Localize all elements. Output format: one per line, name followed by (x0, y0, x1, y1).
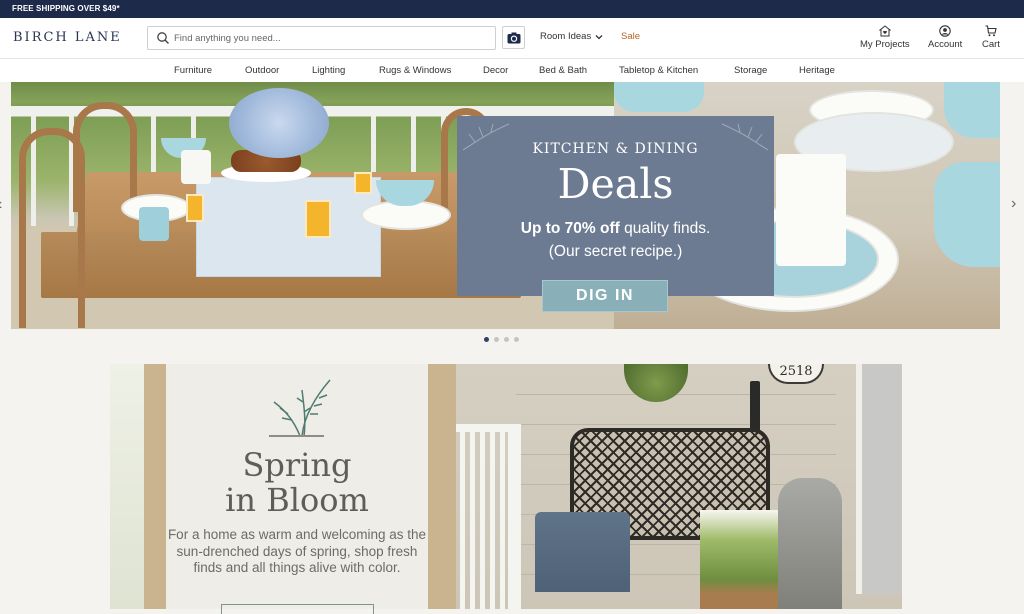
spring-shop-button[interactable] (221, 604, 374, 614)
chevron-left-icon: ‹ (0, 196, 2, 213)
promo-discount-rest: quality finds. (619, 220, 711, 237)
spring-title: Spring in Bloom (166, 448, 428, 518)
nav-decor[interactable]: Decor (483, 65, 508, 76)
mug (139, 207, 169, 241)
camera-icon (507, 32, 520, 43)
site-header: BIRCH LANE Room Ideas Sale My Projects (0, 18, 1024, 58)
promo-kicker: KITCHEN & DINING (532, 141, 699, 157)
heart-house-icon (878, 25, 891, 37)
carousel-prev-button[interactable]: ‹ (0, 196, 2, 214)
search-input[interactable] (174, 29, 489, 47)
nav-furniture[interactable]: Furniture (174, 65, 212, 76)
account-label: Account (928, 39, 963, 50)
hydrangea-bouquet (229, 88, 329, 158)
kitchen-dining-promo[interactable]: KITCHEN & DINING Deals Up to 70% off qua… (457, 116, 774, 296)
sale-link[interactable]: Sale (621, 31, 640, 42)
nav-outdoor[interactable]: Outdoor (245, 65, 279, 76)
account-button[interactable]: Account (928, 25, 962, 50)
cart-icon (985, 25, 997, 37)
carousel-dot-1[interactable] (484, 337, 489, 342)
nav-bed-bath[interactable]: Bed & Bath (539, 65, 587, 76)
nav-lighting[interactable]: Lighting (312, 65, 345, 76)
visual-search-button[interactable] (502, 26, 525, 49)
search-icon (157, 32, 169, 44)
cart-label: Cart (982, 39, 1000, 50)
porch-railing (456, 424, 521, 609)
juice-glass (305, 200, 331, 238)
sprig-divider (269, 435, 324, 437)
nav-rugs-windows[interactable]: Rugs & Windows (379, 65, 451, 76)
nav-storage[interactable]: Storage (734, 65, 767, 76)
free-shipping-text: FREE SHIPPING OVER $49* (12, 4, 120, 13)
my-projects-label: My Projects (860, 39, 910, 50)
front-door (856, 364, 902, 594)
carousel-pagination (484, 337, 519, 342)
chair (73, 102, 137, 212)
promo-tagline: (Our secret recipe.) (548, 243, 683, 260)
nav-heritage[interactable]: Heritage (799, 65, 835, 76)
sprig-icon (273, 379, 331, 437)
carousel-dot-2[interactable] (494, 337, 499, 342)
lantern (778, 478, 842, 609)
promo-discount-bold: Up to 70% off (520, 220, 620, 237)
throw-blanket (535, 512, 630, 592)
spring-description: For a home as warm and welcoming as the … (167, 527, 427, 575)
potted-flowers (700, 510, 780, 609)
category-nav: Furniture Outdoor Lighting Rugs & Window… (0, 58, 1024, 82)
promo-headline: Deals (557, 160, 674, 208)
free-shipping-bar[interactable]: FREE SHIPPING OVER $49* (0, 0, 1024, 18)
carousel-dot-3[interactable] (504, 337, 509, 342)
cart-button[interactable]: Cart (982, 25, 1000, 50)
dig-in-button[interactable]: DIG IN (542, 280, 668, 312)
room-ideas-label: Room Ideas (540, 31, 592, 42)
user-circle-icon (939, 25, 951, 37)
promo-discount-line: Up to 70% off quality finds. (457, 220, 774, 238)
my-projects-button[interactable]: My Projects (860, 25, 910, 50)
hero-carousel[interactable]: KITCHEN & DINING Deals Up to 70% off qua… (11, 82, 1000, 329)
logo[interactable]: BIRCH LANE (13, 30, 122, 45)
carousel-dot-4[interactable] (514, 337, 519, 342)
nav-tabletop-kitchen[interactable]: Tabletop & Kitchen (619, 65, 698, 76)
search-box[interactable] (147, 26, 496, 50)
chevron-right-icon: › (1011, 195, 1017, 212)
spring-title-line1: Spring (242, 446, 352, 484)
chevron-down-icon (595, 34, 603, 39)
carousel-next-button[interactable]: › (1011, 195, 1016, 213)
spring-title-line2: in Bloom (225, 481, 369, 519)
room-ideas-dropdown[interactable]: Room Ideas (540, 31, 603, 42)
